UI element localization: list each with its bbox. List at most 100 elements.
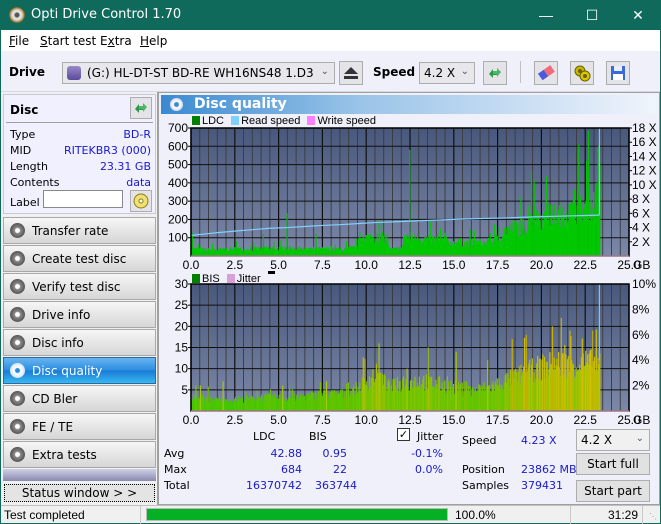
y2-tick-label: 2 X <box>632 235 650 249</box>
bis-bar-spike <box>199 385 201 411</box>
menu-help[interactable]: Help <box>140 34 167 48</box>
settings-button[interactable] <box>570 61 594 85</box>
drive-select[interactable]: (G:) HL-DT-ST BD-RE WH16NS48 1.D3 ⌄ <box>62 62 335 84</box>
progress-bar <box>146 508 448 521</box>
status-text-cell: Test completed <box>1 506 141 524</box>
drive-value: (G:) HL-DT-ST BD-RE WH16NS48 1.D3 <box>87 66 314 80</box>
menu-start-test[interactable]: Start test <box>40 34 96 48</box>
disc-info-panel: Disc Type BD-R MID RITEKBR3 (000) Length 23… <box>3 94 156 214</box>
x-axis-label: GB <box>633 413 650 425</box>
time-cell: 31:29 <box>571 506 643 524</box>
disc-quality-panel: Disc quality LDC Read speed Write speed … <box>158 92 660 505</box>
bis-bar-spike <box>511 339 513 411</box>
speed-label: Speed <box>373 65 416 79</box>
drive-info-icon <box>10 307 25 322</box>
menu-bar: File Start test Extra Help <box>1 30 660 51</box>
y-tick-label: 5 <box>181 383 188 397</box>
panel-title: Disc quality <box>194 96 287 112</box>
toolbar-separator <box>520 61 521 83</box>
nav-drive-info[interactable]: Drive info <box>3 301 156 328</box>
ldc-bar-spike <box>315 234 317 256</box>
maximize-button[interactable]: ☐ <box>569 0 615 30</box>
close-icon: ✕ <box>632 6 644 23</box>
nav-fe-te[interactable]: FE / TE <box>3 413 156 440</box>
y-tick-label: 500 <box>168 158 188 172</box>
drive-icon <box>67 66 81 80</box>
bis-bar-spike <box>325 381 328 411</box>
nav-extra-tests[interactable]: Extra tests <box>3 441 156 468</box>
x-tick-label: 0.0 <box>183 258 200 269</box>
jitter-label: Jitter <box>417 430 444 443</box>
nav-cd-bler[interactable]: CD Bler <box>3 385 156 412</box>
nav-verify-test-disc[interactable]: Verify test disc <box>3 273 156 300</box>
max-bis: 22 <box>333 463 347 476</box>
disc-label-input[interactable] <box>43 190 123 208</box>
ldc-bar-spike <box>587 130 590 256</box>
nav-disc-info[interactable]: Disc info <box>3 329 156 356</box>
y2-tick-label: 4% <box>632 353 650 367</box>
bis-bar-spike <box>551 326 554 411</box>
close-button[interactable]: ✕ <box>615 0 661 30</box>
speed-value: 4.2 X <box>424 66 456 80</box>
row-avg-label: Avg <box>164 447 185 460</box>
y-tick-label: 20 <box>175 319 189 333</box>
disc-value: BD-R <box>123 128 151 141</box>
menu-file[interactable]: File <box>9 34 29 48</box>
disc-refresh-button[interactable] <box>130 97 152 119</box>
disc-label-button[interactable] <box>130 190 152 212</box>
status-window-button[interactable]: Status window > > <box>4 484 155 502</box>
nav-label: Verify test disc <box>32 280 121 294</box>
y2-tick-label: 10 X <box>632 178 657 192</box>
save-button[interactable] <box>606 61 630 85</box>
speed-select[interactable]: 4.2 X ⌄ <box>419 62 475 84</box>
minimize-button[interactable]: — <box>523 0 569 30</box>
nav-disc-quality[interactable]: Disc quality <box>3 357 156 384</box>
menu-extra[interactable]: Extra <box>100 34 132 48</box>
status-bar: Test completed 100.0% 31:29 ⋱ <box>1 505 660 524</box>
bis-bar-spike <box>406 368 408 411</box>
extra-tests-icon <box>10 447 25 462</box>
jitter-checkbox[interactable]: ✓ <box>397 428 410 441</box>
bis-bar-spike <box>569 330 571 411</box>
ldc-bar-spike <box>235 241 237 256</box>
y2-tick-label: 8% <box>632 302 650 316</box>
x-tick-label: 22.5 <box>574 258 598 269</box>
x-tick-label: 20.0 <box>530 258 554 269</box>
eject-icon <box>344 67 358 79</box>
x-tick-label: 0.0 <box>183 413 200 425</box>
x-tick-label: 2.5 <box>226 258 243 269</box>
samples-label: Samples <box>462 479 509 492</box>
eject-button[interactable] <box>339 61 363 85</box>
start-full-button[interactable]: Start full <box>576 453 650 475</box>
disc-value: 23.31 GB <box>99 160 151 173</box>
erase-button[interactable] <box>534 61 558 85</box>
x-tick-label: 2.5 <box>226 413 243 425</box>
speed-stat-value: 4.23 X <box>521 434 557 447</box>
minimize-icon: — <box>539 7 553 23</box>
chevron-down-icon: ⌄ <box>635 433 644 444</box>
nav-transfer-rate[interactable]: Transfer rate <box>3 217 156 244</box>
max-jitter: 0.0% <box>415 463 443 476</box>
y-tick-label: 15 <box>175 341 189 355</box>
total-ldc: 16370742 <box>246 479 302 492</box>
y-tick-label: 100 <box>168 231 188 245</box>
refresh-button[interactable] <box>483 61 507 85</box>
transfer-rate-icon <box>10 223 25 238</box>
drive-label: Drive <box>9 65 45 79</box>
start-part-button[interactable]: Start part <box>576 480 650 502</box>
y-tick-label: 25 <box>175 298 189 312</box>
disc-key: Length <box>10 160 48 173</box>
bis-chart: 5 10 15 20 25 30 2% 4% 6% 8% 10% 0.0 2.5 5.0 7.5 10.0 12… <box>175 279 657 425</box>
disc-quality-icon <box>10 363 25 378</box>
disc-info-icon <box>10 335 25 350</box>
col-bis-header: BIS <box>309 430 327 443</box>
nav-create-test-disc[interactable]: Create test disc <box>3 245 156 272</box>
y2-tick-label: 16 X <box>632 135 657 149</box>
samples-value: 379431 <box>521 479 563 492</box>
test-speed-select[interactable]: 4.2 X ⌄ <box>576 429 650 451</box>
x-tick-label: 10.0 <box>355 413 379 425</box>
max-ldc: 684 <box>281 463 302 476</box>
resize-grip-icon[interactable]: ⋱ <box>649 512 657 521</box>
x-tick-label: 12.5 <box>398 258 422 269</box>
avg-jitter: -0.1% <box>411 447 443 460</box>
